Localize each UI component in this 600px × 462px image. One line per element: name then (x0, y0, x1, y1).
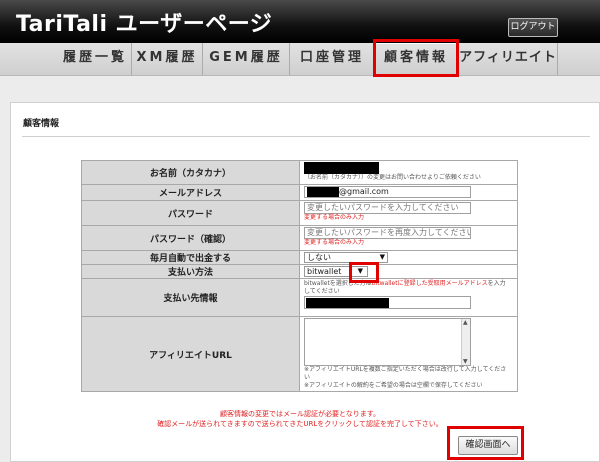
name-kana-cell: （お名前（カタカナ））の変更はお問い合わせよりご依頼ください (299, 160, 518, 185)
redacted-name (304, 162, 379, 174)
payment-info-cell: bitwalletを選択した方はbitwalletに登録した受取用メールアドレス… (299, 278, 518, 317)
payment-info-label: 支払い先情報 (81, 278, 300, 317)
tab-account-management[interactable]: 口座管理 (289, 43, 374, 75)
auto-withdraw-cell: しない ▼ (299, 250, 518, 265)
main-nav: 履歴一覧 XM履歴 GEM履歴 口座管理 顧客情報 アフィリエイト (0, 43, 600, 76)
affiliate-url-note-2: ※アフィリエイトの解約をご希望の場合は空欄で保存してください (304, 382, 483, 389)
password-label: パスワード (81, 200, 300, 226)
header-bar: TariTali ユーザーページ ログアウト (0, 0, 600, 43)
tab-history-list[interactable]: 履歴一覧 (60, 43, 130, 75)
payment-method-label: 支払い方法 (81, 264, 300, 279)
affiliate-url-note-1b: い (304, 374, 311, 381)
payment-method-select[interactable]: bitwallet ▼ (304, 266, 368, 277)
customer-info-form: お名前（カタカナ） （お名前（カタカナ））の変更はお問い合わせよりご依頼ください… (81, 160, 518, 392)
tab-customer-info[interactable]: 顧客情報 (374, 43, 457, 75)
payment-info-note-line2: してください (304, 288, 340, 295)
payment-info-note-end: を入力 (487, 280, 506, 287)
affiliate-url-note-1: ※アフィリエイトURLを複数ご指定いただく場合は改行して入力してくださ (304, 366, 507, 373)
password-confirm-field[interactable]: 変更したいパスワードを再度入力してください (304, 227, 471, 239)
affiliate-url-cell: ▲ ▼ ※アフィリエイトURLを複数ご指定いただく場合は改行して入力してくださ … (299, 316, 518, 392)
confirm-button[interactable]: 確認画面へ (458, 436, 518, 455)
password-field[interactable]: 変更したいパスワードを入力してください (304, 202, 471, 214)
password-cell: 変更したいパスワードを入力してください 変更する場合のみ入力 (299, 200, 518, 226)
redacted-email-user (307, 187, 339, 197)
chevron-down-icon: ▼ (357, 267, 363, 275)
password-confirm-note: 変更する場合のみ入力 (304, 239, 365, 246)
payment-info-note-highlight: bitwalletに登録した受取用メールアドレス (371, 280, 488, 287)
auto-withdraw-label: 毎月自動で出金する (81, 250, 300, 265)
name-kana-note: （お名前（カタカナ））の変更はお問い合わせよりご依頼ください (304, 174, 481, 181)
payment-method-value: bitwallet (307, 267, 342, 276)
payment-info-note-start: bitwalletを選択した方は (304, 280, 372, 287)
payment-info-field[interactable] (304, 296, 471, 309)
auto-withdraw-value: しない (307, 253, 331, 262)
email-domain: @gmail.com (339, 187, 389, 196)
affiliate-url-label: アフィリエイトURL (81, 316, 300, 392)
password-note: 変更する場合のみ入力 (304, 214, 365, 221)
redacted-payment-email (306, 298, 389, 308)
app-title: TariTali ユーザーページ (16, 12, 273, 37)
textarea-scrollbar[interactable]: ▲ ▼ (461, 319, 470, 365)
auto-withdraw-select[interactable]: しない ▼ (304, 252, 388, 263)
email-cell: @gmail.com (299, 184, 518, 201)
scroll-up-icon[interactable]: ▲ (463, 319, 468, 326)
tab-gem-history[interactable]: GEM履歴 (202, 43, 289, 75)
payment-info-note: bitwalletを選択した方はbitwalletに登録した受取用メールアドレス… (304, 280, 513, 288)
email-label: メールアドレス (81, 184, 300, 201)
tab-xm-history[interactable]: XM履歴 (131, 43, 202, 75)
logout-button[interactable]: ログアウト (508, 18, 558, 37)
tab-affiliate[interactable]: アフィリエイト (457, 43, 558, 75)
affiliate-url-textarea[interactable]: ▲ ▼ (304, 318, 471, 366)
footer-notice-2: 確認メールが送られてきますので送られてきたURLをクリックして認証を完了して下さ… (157, 420, 443, 428)
scroll-down-icon[interactable]: ▼ (463, 358, 468, 365)
email-field[interactable]: @gmail.com (304, 186, 471, 198)
password-confirm-label: パスワード（確認） (81, 225, 300, 251)
chevron-down-icon: ▼ (379, 253, 385, 261)
name-kana-label: お名前（カタカナ） (81, 160, 300, 185)
title-divider (22, 136, 590, 137)
payment-method-cell: bitwallet ▼ (299, 264, 518, 279)
password-confirm-cell: 変更したいパスワードを再度入力してください 変更する場合のみ入力 (299, 225, 518, 251)
page-title: 顧客情報 (23, 119, 60, 129)
footer-notice-1: 顧客情報の変更ではメール認証が必要となります。 (219, 410, 381, 418)
nav-divider (557, 43, 558, 75)
